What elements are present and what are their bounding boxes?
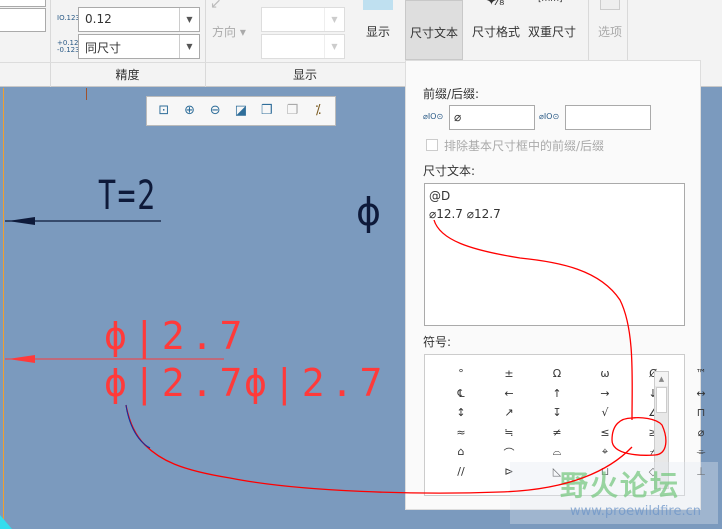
annotation-curve xyxy=(125,404,151,449)
annotation-curve xyxy=(125,404,633,494)
annotation-circle xyxy=(611,417,667,456)
annotation-curve xyxy=(433,219,633,421)
red-annotation-overlay xyxy=(125,219,667,494)
